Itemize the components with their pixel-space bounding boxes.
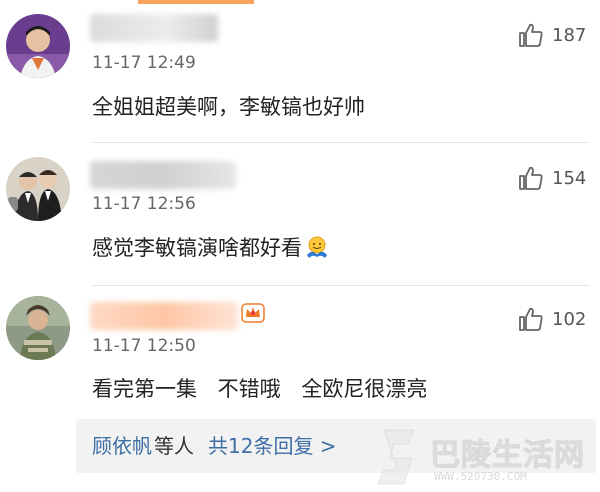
thumbs-up-icon	[519, 307, 543, 331]
thumbs-up-icon	[519, 23, 543, 47]
comment-text: 看完第一集 不错哦 全欧尼很漂亮	[92, 377, 428, 401]
comment-text-body: 感觉李敏镐演啥都好看	[92, 236, 302, 260]
avatar[interactable]	[6, 157, 70, 221]
username-blurred[interactable]	[90, 14, 218, 42]
avatar[interactable]	[6, 14, 70, 78]
avatar[interactable]	[6, 296, 70, 360]
thumbs-up-icon	[519, 166, 543, 190]
watermark-logo-icon	[377, 429, 415, 485]
comment-time: 11-17 12:56	[92, 194, 196, 214]
like-count: 102	[552, 308, 587, 330]
comment-item: 11-17 12:49 全姐姐超美啊，李敏镐也好帅 187	[0, 0, 600, 143]
reply-etc-label: 等人	[154, 434, 194, 458]
watermark-name: 巴陵生活网	[430, 438, 585, 474]
comment-text: 感觉李敏镐演啥都好看	[92, 232, 330, 262]
comment-time: 11-17 12:50	[92, 336, 196, 356]
comment-time: 11-17 12:49	[92, 53, 196, 73]
crown-badge-icon	[241, 303, 265, 323]
reply-user-link[interactable]: 顾依帆	[92, 434, 152, 458]
hug-emoji-icon	[307, 236, 327, 258]
like-button[interactable]: 154	[518, 165, 586, 191]
comment-item: 11-17 12:56 感觉李敏镐演啥都好看 154	[0, 143, 600, 286]
like-button[interactable]: 102	[518, 306, 586, 332]
like-count: 187	[552, 24, 587, 46]
like-button[interactable]: 187	[518, 22, 586, 48]
site-watermark: 巴陵生活网 WWW.520730.COM	[374, 424, 600, 492]
like-count: 154	[552, 167, 587, 189]
comment-text: 全姐姐超美啊，李敏镐也好帅	[92, 95, 365, 119]
username-blurred[interactable]	[90, 302, 238, 330]
view-replies-link[interactable]: 共12条回复 >	[208, 434, 337, 458]
watermark-url: WWW.520730.COM	[434, 470, 527, 483]
username-blurred[interactable]	[90, 161, 236, 189]
